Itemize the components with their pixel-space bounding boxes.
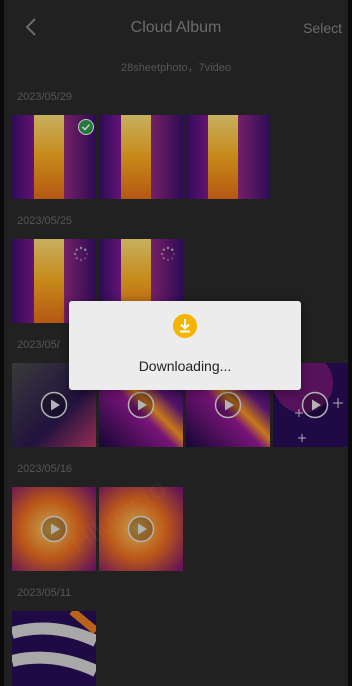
dialog-message: Downloading... xyxy=(138,358,232,374)
cloud-album-screen: Cloud Album Select 28sheetphoto，7video 2… xyxy=(4,0,348,686)
download-icon xyxy=(173,314,197,338)
downloading-dialog: Downloading... xyxy=(69,301,301,390)
